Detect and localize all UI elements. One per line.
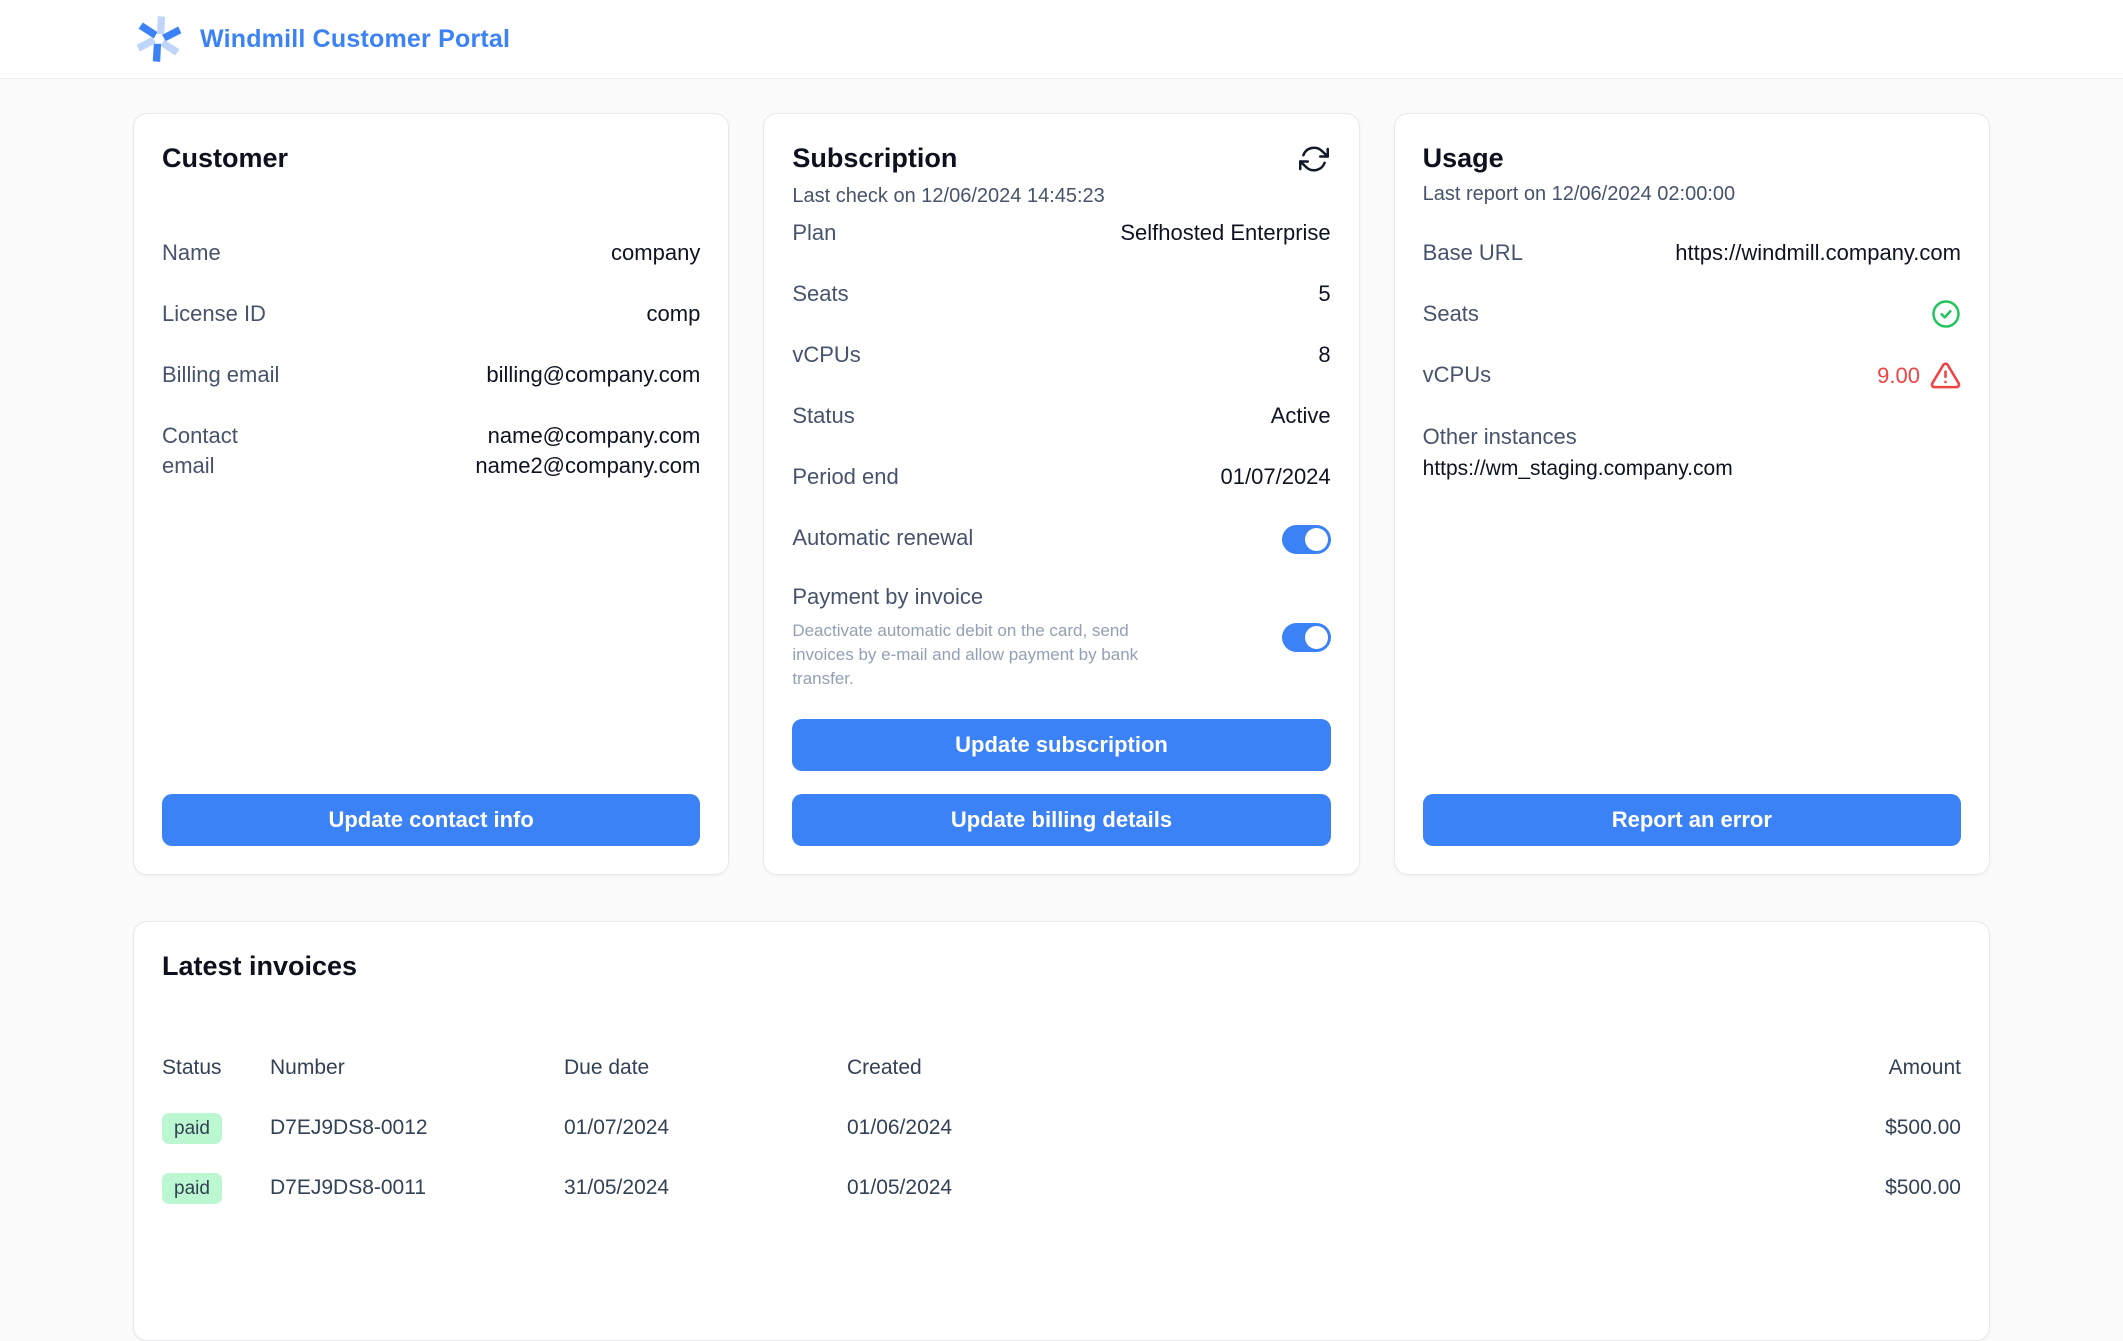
update-contact-info-button[interactable]: Update contact info — [162, 794, 700, 846]
invoice-row: paid D7EJ9DS8-0012 01/07/2024 01/06/2024… — [162, 1098, 1961, 1158]
subscription-last-check: Last check on 12/06/2024 14:45:23 — [792, 183, 1330, 209]
invoices-table: Status Number Due date Created Amount pa… — [162, 1054, 1961, 1218]
row-label: Other instances — [1423, 422, 1577, 452]
app-header: Windmill Customer Portal — [0, 0, 2123, 79]
app-title: Windmill Customer Portal — [200, 25, 510, 54]
row-value: Selfhosted Enterprise — [1120, 218, 1330, 248]
toggle-label: Payment by invoice — [792, 582, 1192, 612]
row-label: Name — [162, 238, 221, 268]
row-label: Contact email — [162, 421, 262, 481]
row-value: https://windmill.company.com — [1675, 238, 1961, 268]
col-due-date: Due date — [564, 1054, 847, 1082]
invoice-amount: $500.00 — [1761, 1176, 1961, 1200]
toggle-label: Automatic renewal — [792, 523, 973, 553]
row-value: name@company.com name2@company.com — [475, 421, 700, 481]
payment-by-invoice-toggle[interactable] — [1282, 623, 1331, 652]
status-badge: paid — [162, 1173, 222, 1204]
automatic-renewal-toggle[interactable] — [1282, 525, 1331, 554]
vcpus-over-limit: 9.00 — [1877, 360, 1961, 391]
vcpus-usage-value: 9.00 — [1877, 361, 1920, 391]
invoices-title: Latest invoices — [162, 950, 1961, 982]
status-badge: paid — [162, 1113, 222, 1144]
report-an-error-button[interactable]: Report an error — [1423, 794, 1961, 846]
customer-row-billing-email: Billing email billing@company.com — [162, 360, 700, 390]
row-value: 8 — [1318, 340, 1330, 370]
usage-card-title: Usage — [1423, 142, 1961, 174]
brand: Windmill Customer Portal — [133, 13, 510, 65]
invoices-table-header: Status Number Due date Created Amount — [162, 1054, 1961, 1082]
usage-row-vcpus: vCPUs 9.00 — [1423, 360, 1961, 391]
windmill-logo-icon — [133, 13, 185, 65]
invoice-amount: $500.00 — [1761, 1116, 1961, 1140]
contact-email-2: name2@company.com — [475, 451, 700, 481]
contact-email-1: name@company.com — [475, 421, 700, 451]
refresh-icon[interactable] — [1297, 142, 1331, 176]
customer-row-contact-email: Contact email name@company.com name2@com… — [162, 421, 700, 481]
row-label: Plan — [792, 218, 836, 248]
row-value: 01/07/2024 — [1221, 462, 1331, 492]
col-amount: Amount — [1761, 1054, 1961, 1082]
row-label: Base URL — [1423, 238, 1523, 268]
col-number: Number — [270, 1054, 564, 1082]
subscription-row-plan: Plan Selfhosted Enterprise — [792, 218, 1330, 248]
col-status: Status — [162, 1054, 270, 1082]
update-subscription-button[interactable]: Update subscription — [792, 719, 1330, 771]
row-label: vCPUs — [1423, 360, 1491, 390]
invoices-card: Latest invoices Status Number Due date C… — [133, 921, 1990, 1341]
row-value: billing@company.com — [486, 360, 700, 390]
update-billing-details-button[interactable]: Update billing details — [792, 794, 1330, 846]
invoice-number: D7EJ9DS8-0011 — [270, 1176, 564, 1200]
invoice-number: D7EJ9DS8-0012 — [270, 1116, 564, 1140]
subscription-card-title: Subscription — [792, 142, 957, 174]
row-label: Period end — [792, 462, 898, 492]
row-label: License ID — [162, 299, 266, 329]
row-value: comp — [647, 299, 701, 329]
usage-other-instances: Other instances https://wm_staging.compa… — [1423, 422, 1961, 483]
usage-card: Usage Last report on 12/06/2024 02:00:00… — [1394, 113, 1990, 875]
row-label: Billing email — [162, 360, 279, 390]
automatic-renewal-row: Automatic renewal — [792, 523, 1330, 554]
row-label: vCPUs — [792, 340, 860, 370]
check-circle-icon — [1931, 299, 1961, 329]
row-value: company — [611, 238, 700, 268]
customer-row-license-id: License ID comp — [162, 299, 700, 329]
payment-by-invoice-description: Deactivate automatic debit on the card, … — [792, 619, 1192, 691]
subscription-row-status: Status Active — [792, 401, 1330, 431]
invoice-created: 01/06/2024 — [847, 1116, 1761, 1140]
payment-by-invoice-row: Payment by invoice Deactivate automatic … — [792, 582, 1330, 691]
row-value: 5 — [1318, 279, 1330, 309]
subscription-card: Subscription Last check on 12/06/2024 14… — [763, 113, 1359, 875]
invoice-due-date: 31/05/2024 — [564, 1176, 847, 1200]
invoice-due-date: 01/07/2024 — [564, 1116, 847, 1140]
subscription-row-seats: Seats 5 — [792, 279, 1330, 309]
usage-row-base-url: Base URL https://windmill.company.com — [1423, 238, 1961, 268]
usage-row-seats: Seats — [1423, 299, 1961, 329]
subscription-row-period-end: Period end 01/07/2024 — [792, 462, 1330, 492]
subscription-row-vcpus: vCPUs 8 — [792, 340, 1330, 370]
col-created: Created — [847, 1054, 1761, 1082]
customer-row-name: Name company — [162, 238, 700, 268]
usage-last-report: Last report on 12/06/2024 02:00:00 — [1423, 181, 1961, 207]
main-content: Customer Name company License ID comp Bi… — [0, 79, 2123, 1341]
invoice-row: paid D7EJ9DS8-0011 31/05/2024 01/05/2024… — [162, 1158, 1961, 1218]
warning-triangle-icon — [1930, 360, 1961, 391]
row-label: Seats — [792, 279, 848, 309]
other-instance-url: https://wm_staging.company.com — [1423, 455, 1961, 483]
invoice-created: 01/05/2024 — [847, 1176, 1761, 1200]
row-label: Seats — [1423, 299, 1479, 329]
customer-card: Customer Name company License ID comp Bi… — [133, 113, 729, 875]
row-label: Status — [792, 401, 854, 431]
customer-card-title: Customer — [162, 142, 700, 174]
row-value: Active — [1271, 401, 1331, 431]
